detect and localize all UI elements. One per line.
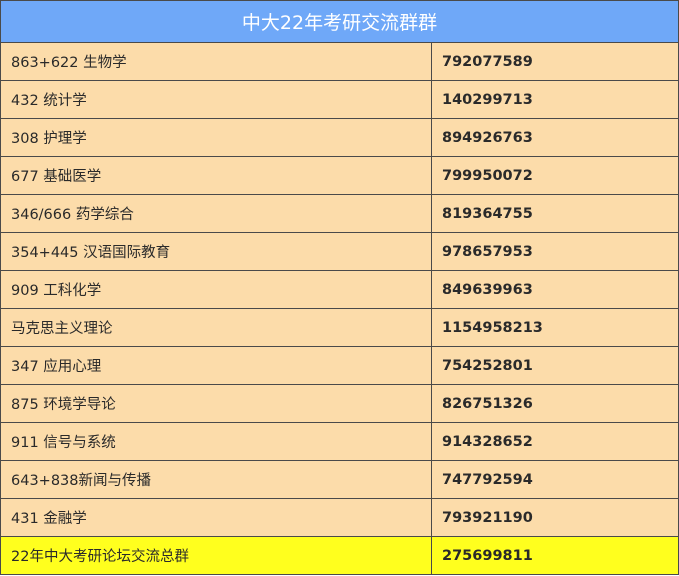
table-row: 354+445 汉语国际教育 978657953 [1,233,678,271]
group-number-cell: 799950072 [442,167,533,184]
table-row: 911 信号与系统 914328652 [1,423,678,461]
group-number-cell: 140299713 [442,91,533,108]
table-row: 308 护理学 894926763 [1,119,678,157]
table-row: 346/666 药学综合 819364755 [1,195,678,233]
major-name-cell: 431 金融学 [1,499,432,536]
group-number-cell: 747792594 [442,471,533,488]
major-name-cell: 马克思主义理论 [1,309,432,346]
table-row: 909 工科化学 849639963 [1,271,678,309]
group-number-cell: 978657953 [442,243,533,260]
major-name-cell: 863+622 生物学 [1,43,432,80]
table-row: 677 基础医学 799950072 [1,157,678,195]
group-number-cell: 914328652 [442,433,533,450]
major-name-cell: 677 基础医学 [1,157,432,194]
major-name-cell: 347 应用心理 [1,347,432,384]
table-row: 431 金融学 793921190 [1,499,678,537]
table-row: 347 应用心理 754252801 [1,347,678,385]
group-number-cell: 275699811 [442,547,533,564]
major-name-cell: 875 环境学导论 [1,385,432,422]
group-number-cell: 1154958213 [442,319,543,336]
group-number-cell: 819364755 [442,205,533,222]
table-row: 875 环境学导论 826751326 [1,385,678,423]
major-name-cell: 22年中大考研论坛交流总群 [1,537,432,574]
group-number-cell: 792077589 [442,53,533,70]
group-number-cell: 826751326 [442,395,533,412]
major-name-cell: 308 护理学 [1,119,432,156]
major-name-cell: 911 信号与系统 [1,423,432,460]
group-number-cell: 849639963 [442,281,533,298]
group-number-cell: 793921190 [442,509,533,526]
group-table: 中大22年考研交流群群 863+622 生物学 792077589 432 统计… [0,0,679,575]
major-name-cell: 354+445 汉语国际教育 [1,233,432,270]
major-name-cell: 909 工科化学 [1,271,432,308]
major-name-cell: 432 统计学 [1,81,432,118]
group-number-cell: 754252801 [442,357,533,374]
group-number-cell: 894926763 [442,129,533,146]
major-name-cell: 346/666 药学综合 [1,195,432,232]
table-title: 中大22年考研交流群群 [1,1,678,43]
table-row: 马克思主义理论 1154958213 [1,309,678,347]
table-row: 863+622 生物学 792077589 [1,43,678,81]
table-row: 432 统计学 140299713 [1,81,678,119]
major-name-cell: 643+838新闻与传播 [1,461,432,498]
table-row-highlighted: 22年中大考研论坛交流总群 275699811 [1,537,678,574]
table-row: 643+838新闻与传播 747792594 [1,461,678,499]
